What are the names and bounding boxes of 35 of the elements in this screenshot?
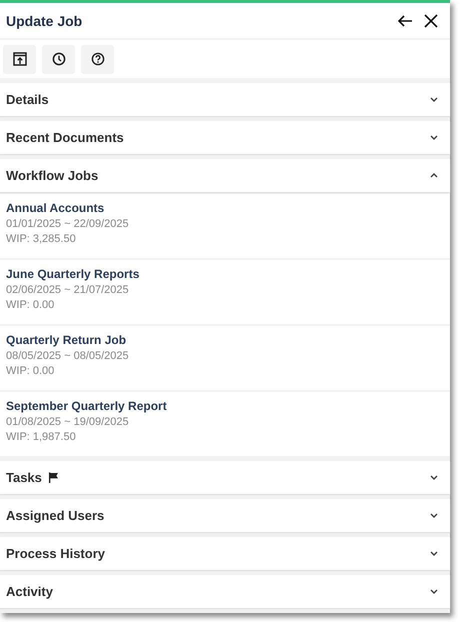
section-header[interactable]: Activity — [0, 575, 450, 608]
job-wip: WIP: 3,285.50 — [6, 233, 77, 245]
job-link[interactable]: June Quarterly Reports — [6, 267, 140, 281]
section-title: Process History — [6, 546, 105, 561]
section-title: Activity — [6, 584, 53, 599]
section-header[interactable]: Process History — [0, 537, 450, 570]
section-title: Workflow Jobs — [6, 168, 98, 183]
flag-icon — [48, 472, 59, 483]
section-title: Assigned Users — [6, 508, 104, 523]
help-button[interactable] — [81, 44, 114, 74]
section-header[interactable]: Workflow Jobs — [0, 159, 450, 192]
section-header[interactable]: Recent Documents — [0, 121, 450, 154]
upload-button[interactable] — [3, 44, 36, 74]
job-dates: 08/05/2025 ~ 08/05/2025 — [6, 350, 130, 362]
section-header[interactable]: Assigned Users — [0, 499, 450, 532]
panel-title: Update Job — [6, 12, 82, 28]
section-header[interactable]: Details — [0, 83, 450, 116]
help-icon — [90, 52, 104, 66]
job-wip: WIP: 0.00 — [6, 299, 56, 311]
job-wip: WIP: 0.00 — [6, 365, 56, 377]
job-link[interactable]: Annual Accounts — [6, 201, 104, 215]
job-link[interactable]: September Quarterly Report — [6, 399, 167, 413]
job-dates: 02/06/2025 ~ 21/07/2025 — [6, 284, 130, 296]
job-dates: 01/08/2025 ~ 19/09/2025 — [6, 416, 130, 428]
section-title: Details — [6, 92, 49, 107]
upload-window-icon — [12, 52, 26, 66]
job-wip: WIP: 1,987.50 — [6, 431, 77, 443]
section-title: Recent Documents — [6, 130, 124, 145]
job-link[interactable]: Quarterly Return Job — [6, 333, 126, 347]
job-dates: 01/01/2025 ~ 22/09/2025 — [6, 218, 130, 230]
section-title: Tasks — [6, 470, 42, 485]
history-button[interactable] — [42, 44, 75, 74]
close-icon[interactable] — [422, 12, 440, 30]
clock-icon — [52, 52, 66, 66]
section-header[interactable]: Tasks — [0, 461, 450, 494]
